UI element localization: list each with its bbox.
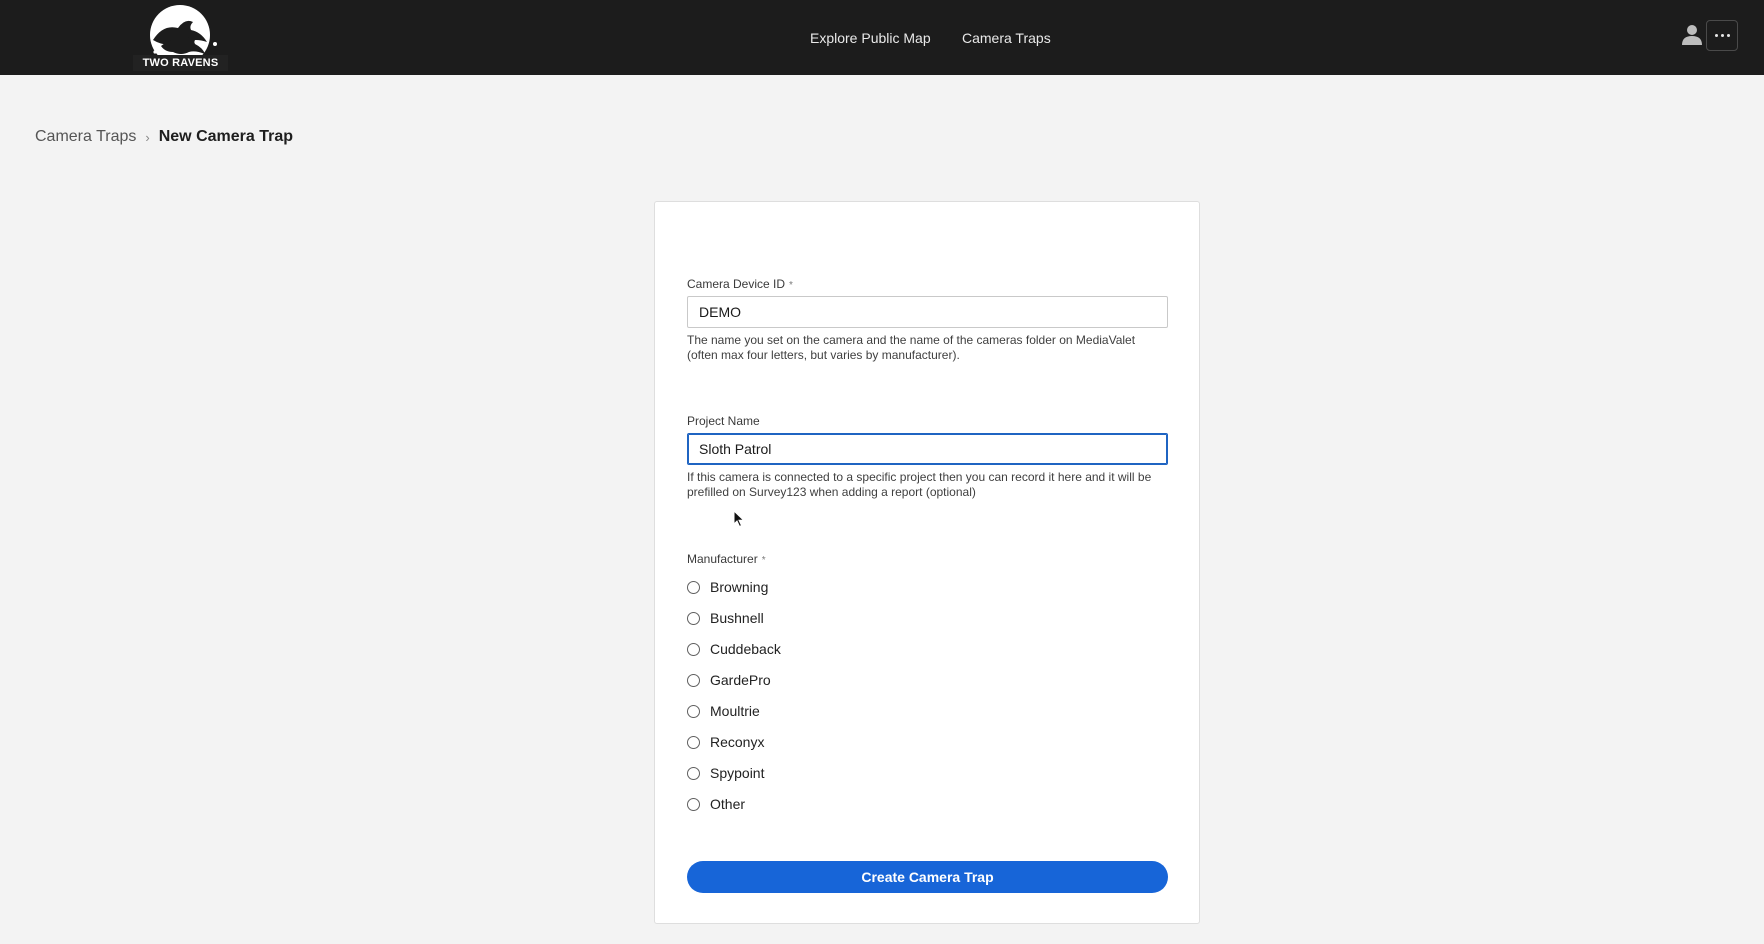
manufacturer-option-cuddeback[interactable]: Cuddeback [687, 638, 781, 660]
more-options-button[interactable] [1706, 20, 1738, 51]
new-camera-trap-form: Camera Device ID* The name you set on th… [654, 201, 1200, 924]
breadcrumb-current: New Camera Trap [158, 128, 293, 145]
manufacturer-option-other[interactable]: Other [687, 793, 745, 815]
manufacturer-option-browning[interactable]: Browning [687, 576, 768, 598]
user-icon[interactable] [1680, 22, 1704, 46]
chevron-right-icon: › [145, 129, 150, 145]
required-marker: * [789, 280, 793, 291]
nav-item-explore-public-map[interactable]: Explore Public Map [810, 0, 931, 75]
breadcrumb: Camera Traps › New Camera Trap [35, 128, 293, 146]
manufacturer-option-reconyx[interactable]: Reconyx [687, 731, 764, 753]
radio-button[interactable] [687, 673, 700, 687]
two-ravens-logo[interactable]: TWO RAVENS [133, 2, 228, 72]
radio-button[interactable] [687, 735, 700, 749]
radio-button[interactable] [687, 611, 700, 625]
radio-button[interactable] [687, 704, 700, 718]
radio-button[interactable] [687, 797, 700, 811]
create-camera-trap-button[interactable]: Create Camera Trap [687, 861, 1168, 893]
radio-button[interactable] [687, 766, 700, 780]
manufacturer-option-gardepro[interactable]: GardePro [687, 669, 771, 691]
radio-button[interactable] [687, 642, 700, 656]
nav-link-explore-public-map[interactable]: Explore Public Map [810, 30, 931, 46]
device-id-help-text: The name you set on the camera and the n… [687, 333, 1136, 362]
camera-device-id-input[interactable] [687, 296, 1168, 328]
radio-button[interactable] [687, 580, 700, 594]
manufacturer-option-spypoint[interactable]: Spypoint [687, 762, 764, 784]
mouse-pointer-icon [733, 510, 745, 528]
device-id-label: Camera Device ID * [687, 277, 793, 291]
required-marker: * [761, 555, 766, 566]
project-name-input[interactable] [687, 433, 1168, 465]
nav-item-camera-traps[interactable]: Camera Traps [962, 0, 1051, 75]
top-navigation-bar: TWO RAVENS Explore Public Map Camera Tra… [0, 0, 1764, 75]
project-name-label: Project Name [687, 414, 760, 428]
project-name-help-text: If this camera is connected to a specifi… [687, 470, 1152, 499]
manufacturer-option-bushnell[interactable]: Bushnell [687, 607, 764, 629]
more-horizontal-icon [1714, 34, 1718, 37]
manufacturer-option-moultrie[interactable]: Moultrie [687, 700, 760, 722]
manufacturer-label: Manufacturer * [687, 552, 766, 566]
logo-wordmark: TWO RAVENS [133, 55, 228, 71]
breadcrumb-camera-traps[interactable]: Camera Traps [35, 128, 136, 146]
nav-link-camera-traps[interactable]: Camera Traps [962, 30, 1051, 46]
